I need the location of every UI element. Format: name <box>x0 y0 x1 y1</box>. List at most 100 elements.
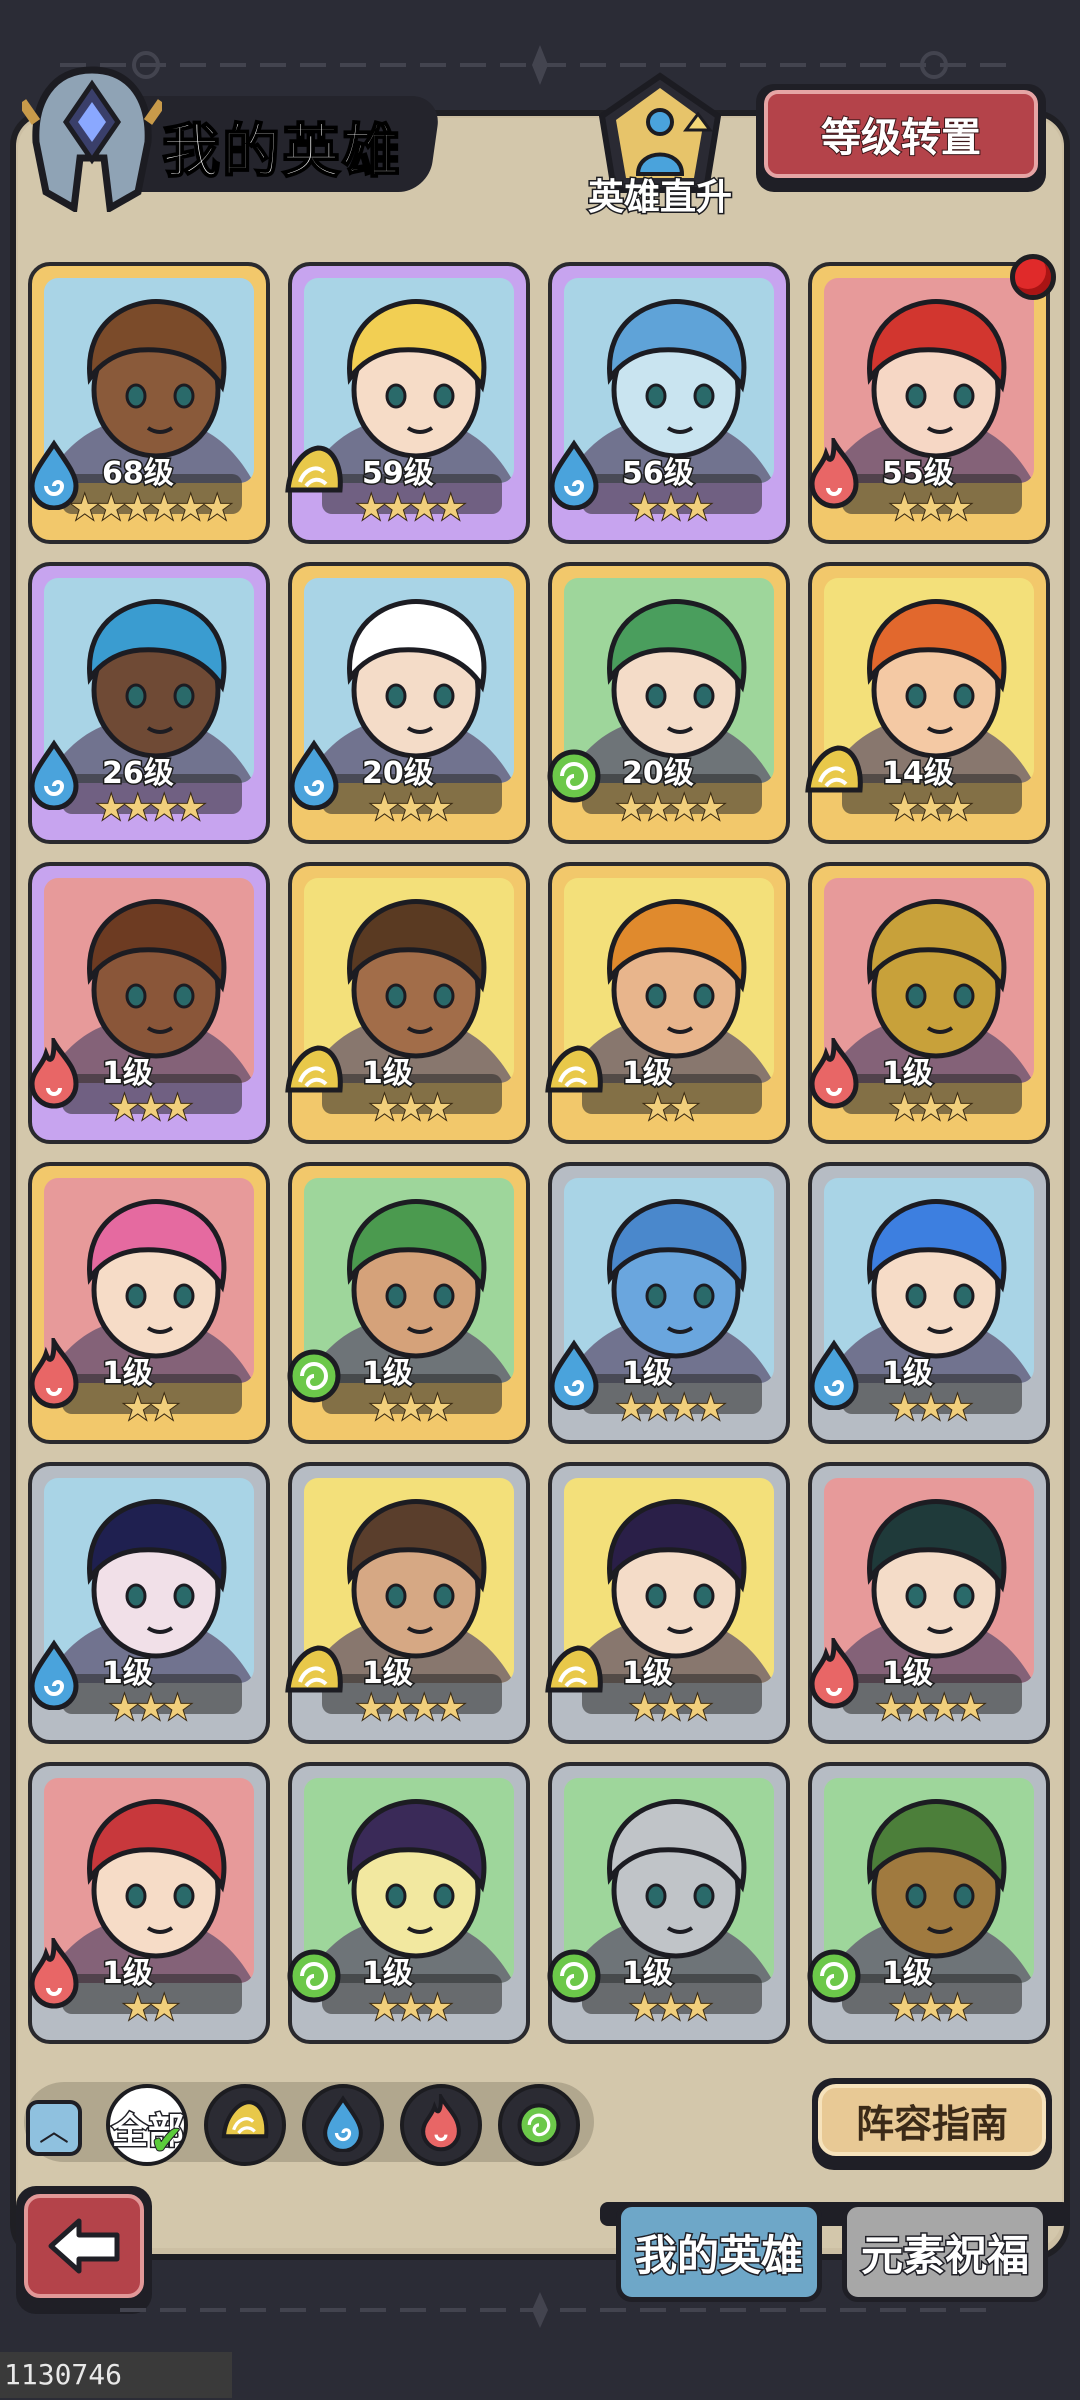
hero-level: 1级 <box>621 1655 675 1693</box>
hero-level: 1级 <box>361 1355 415 1393</box>
hero-stars: ★★★★ <box>95 787 207 829</box>
hero-stars: ★★★★ <box>615 787 727 829</box>
tab-element-blessing[interactable]: 元素祝福 <box>842 2202 1048 2302</box>
hero-stars: ★★★★ <box>615 1387 727 1429</box>
hero-level: 59级 <box>361 455 436 493</box>
hero-card[interactable]: 26级 ★★★★ <box>28 562 270 844</box>
hero-stars: ★★★★ <box>355 487 467 529</box>
hero-card[interactable]: 1级 ★★★ <box>285 862 530 1144</box>
hero-card[interactable]: 56级 ★★★ <box>548 262 790 544</box>
hero-stars: ★★★★ <box>355 1687 467 1729</box>
chevron-up-icon: ︿ <box>39 2114 69 2149</box>
hero-level: 55级 <box>881 455 956 493</box>
hero-level: 1级 <box>881 1355 935 1393</box>
fire-element-icon <box>415 2089 467 2157</box>
hero-card[interactable]: 20级 ★★★ <box>288 562 530 844</box>
level-transfer-face: 等级转置 <box>764 90 1038 178</box>
hero-level: 1级 <box>881 1955 935 1993</box>
hero-card[interactable]: 1级 ★★ <box>28 1762 270 2044</box>
hero-stars: ★★ <box>642 1087 701 1129</box>
page-title: 我的英雄 <box>161 116 403 186</box>
hero-card[interactable]: 1级 ★★★ <box>287 1762 530 2044</box>
hero-card[interactable]: 1级 ★★★ <box>808 862 1050 1144</box>
hero-stars: ★★★ <box>628 1687 713 1729</box>
hero-level: 1级 <box>361 1655 415 1693</box>
build-id: 1130746 b75116 <box>0 2352 232 2398</box>
back-arrow-icon <box>48 2218 120 2274</box>
hero-promote-label[interactable]: 英雄直升 <box>570 168 750 220</box>
hero-level: 1级 <box>881 1055 935 1093</box>
tab-my-heroes[interactable]: 我的英雄 <box>616 2202 822 2302</box>
hero-level: 1级 <box>881 1655 935 1693</box>
top-decoration <box>60 45 1020 85</box>
hero-level: 14级 <box>881 755 956 793</box>
notification-dot <box>1010 254 1056 300</box>
hero-level: 56级 <box>621 455 696 493</box>
level-transfer-button[interactable]: 等级转置 <box>756 84 1046 192</box>
water-element-icon <box>317 2094 369 2157</box>
helmet-icon <box>22 66 162 212</box>
filter-fire[interactable] <box>400 2084 482 2166</box>
hero-card[interactable]: 1级 ★★ <box>28 1162 270 1444</box>
bottom-decoration <box>120 2292 1000 2328</box>
lineup-guide-face: 阵容指南 <box>818 2084 1046 2156</box>
hero-card[interactable]: 14级 ★★★ <box>805 562 1050 844</box>
hero-stars: ★★★ <box>888 487 973 529</box>
hero-level: 1级 <box>361 1955 415 1993</box>
hero-card[interactable]: 1级 ★★★ <box>807 1762 1050 2044</box>
filter-wind[interactable] <box>498 2084 580 2166</box>
hero-stars: ★★★ <box>888 787 973 829</box>
hero-stars: ★★★ <box>628 487 713 529</box>
filter-water[interactable] <box>302 2084 384 2166</box>
collapse-button[interactable]: ︿ <box>26 2100 82 2156</box>
hero-level: 1级 <box>101 1955 155 1993</box>
hero-stars: ★★★★ <box>875 1687 987 1729</box>
hero-card[interactable]: 1级 ★★★ <box>28 862 270 1144</box>
hero-card[interactable]: 59级 ★★★★ <box>285 262 530 544</box>
hero-stars: ★★★ <box>108 1687 193 1729</box>
hero-grid: 68级 ★★★★★★ 59级 ★★★★ 56级 ★★★ 55级 ★★★ 26级 ★★★★ 20级 ★★… <box>28 262 1050 2052</box>
hero-card[interactable]: 55级 ★★★ <box>808 262 1050 544</box>
filter-earth[interactable] <box>204 2084 286 2166</box>
tab-my-heroes-label: 我的英雄 <box>633 2229 804 2281</box>
check-icon: ✔ <box>149 2117 184 2165</box>
hero-card[interactable]: 1级 ★★★★ <box>548 1162 790 1444</box>
hero-level: 1级 <box>101 1355 155 1393</box>
back-face <box>24 2194 144 2298</box>
hero-level: 26级 <box>101 755 176 793</box>
hero-stars: ★★★ <box>368 787 453 829</box>
hero-card[interactable]: 1级 ★★ <box>545 862 790 1144</box>
lineup-guide-button[interactable]: 阵容指南 <box>812 2078 1052 2170</box>
hero-stars: ★★★ <box>888 1087 973 1129</box>
hero-card[interactable]: 1级 ★★★ <box>547 1762 790 2044</box>
hero-level: 1级 <box>621 1355 675 1393</box>
level-transfer-label: 等级转置 <box>820 114 982 162</box>
hero-card[interactable]: 1级 ★★★ <box>808 1162 1050 1444</box>
hero-level: 20级 <box>621 755 696 793</box>
hero-stars: ★★★ <box>888 1387 973 1429</box>
wind-element-icon <box>513 2094 565 2157</box>
hero-level: 1级 <box>621 1955 675 1993</box>
hero-card[interactable]: 1级 ★★★ <box>287 1162 530 1444</box>
hero-level: 1级 <box>361 1055 415 1093</box>
hero-level: 68级 <box>101 455 176 493</box>
hero-card[interactable]: 1级 ★★★★ <box>285 1462 530 1744</box>
hero-level: 1级 <box>621 1055 675 1093</box>
hero-stars: ★★★ <box>108 1087 193 1129</box>
hero-stars: ★★★★★★ <box>69 487 234 529</box>
hero-stars: ★★★ <box>628 1987 713 2029</box>
hero-stars: ★★★ <box>368 1387 453 1429</box>
earth-element-icon <box>219 2094 271 2157</box>
hero-stars: ★★★ <box>368 1087 453 1129</box>
tab-element-blessing-label: 元素祝福 <box>859 2229 1030 2281</box>
hero-card[interactable]: 1级 ★★★★ <box>808 1462 1050 1744</box>
hero-card[interactable]: 1级 ★★★ <box>28 1462 270 1744</box>
hero-stars: ★★ <box>122 1987 181 2029</box>
hero-card[interactable]: 1级 ★★★ <box>545 1462 790 1744</box>
hero-stars: ★★ <box>122 1387 181 1429</box>
hero-stars: ★★★ <box>888 1987 973 2029</box>
hero-stars: ★★★ <box>368 1987 453 2029</box>
hero-card[interactable]: 68级 ★★★★★★ <box>28 262 270 544</box>
hero-level: 1级 <box>101 1055 155 1093</box>
hero-card[interactable]: 20级 ★★★★ <box>547 562 790 844</box>
